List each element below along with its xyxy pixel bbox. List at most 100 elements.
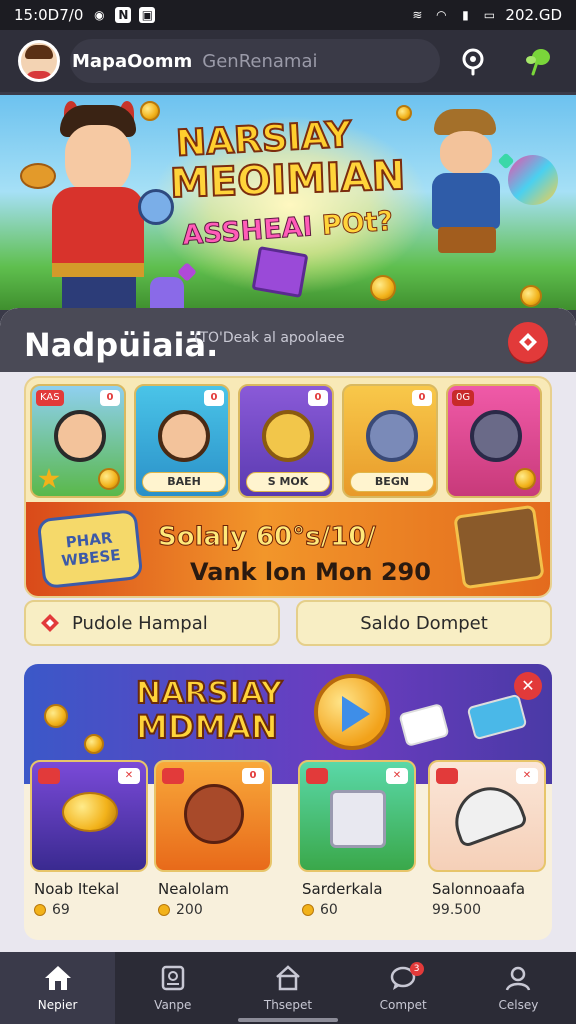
game-card[interactable]: KAS 0 [30,384,126,498]
app-notification-icon: N [115,7,132,23]
coin-icon [370,275,396,301]
game-card[interactable]: 0 BAEH [134,384,230,498]
coin-icon [514,468,536,490]
search-icon [462,48,484,76]
game-card[interactable]: 0 S MOK [238,384,334,498]
play-icon [342,696,370,732]
section-title: Nadpüiaiä. [24,326,219,364]
character-face-icon [158,410,210,462]
battery-icon: ▭ [483,8,496,22]
star-icon [38,468,60,489]
notification-badge: 3 [409,962,424,976]
close-button[interactable]: ✕ [514,672,542,700]
featured-title-line1: NARSIAY [135,675,283,712]
game-card[interactable]: 0 BEGN [342,384,438,498]
diamond-icon [41,614,59,632]
rewards-button[interactable] [520,43,556,79]
game-tag: 0G [452,390,475,406]
game-card[interactable]: 0G [446,384,542,498]
featured-title-line2: MDMAN [135,707,279,747]
nav-label: Celsey [498,998,539,1012]
monster-image: 0 [154,760,272,872]
search-button[interactable] [456,43,492,79]
shop-tile[interactable]: 0 Nealolam 200 [154,760,272,936]
tile-price: 200 [158,902,203,918]
section-action-button[interactable] [508,322,548,362]
diamond-icon [519,333,537,351]
rocket-image: ✕ [428,760,546,872]
shop-tile[interactable]: ✕ Sarderkala 60 [298,760,416,936]
tile-price-value: 60 [320,902,338,918]
character-face-icon [262,410,314,462]
hero-title-line2: MEOIMIAN [168,152,407,208]
game-tag: KAS [36,390,64,406]
status-bar: 15:0D7/0 ◉ N ▣ ≋ ◠ ▮ ▭ 202.GD [0,0,576,30]
character-face-icon [366,410,418,462]
tile-price-value: 200 [176,902,203,918]
nav-label: Vanpe [154,998,192,1012]
nav-item-profile[interactable]: Celsey [461,952,576,1024]
shop-tile[interactable]: ✕ Noab Itekal 69 [30,760,148,936]
monster-face-icon [184,784,244,844]
game-badge: 0 [412,390,432,406]
card-icon [466,693,528,741]
tile-price: 99.500 [432,902,481,918]
document-icon [161,965,185,991]
promo-line2: Vank lon Mon 290 [190,558,431,586]
circle-notification-icon: ◉ [94,8,105,22]
character-face-icon [470,410,522,462]
hero-explorer-character [420,109,520,253]
close-icon: ✕ [521,676,535,695]
game-badge: 0 [204,390,224,406]
coin-icon [62,792,118,832]
home-icon [44,966,71,990]
game-label: S MOK [246,472,330,492]
card-icon [398,702,450,748]
promo-banner[interactable]: PHAR WBESE Solaly 60°s/10/ Vank lon Mon … [26,502,550,596]
wifi-icon: ◠ [436,8,447,22]
nav-item-chat[interactable]: 3 Compet [346,952,461,1024]
coin-icon [158,904,170,916]
left-action-button[interactable]: Pudole Hampal [24,600,280,646]
coin-icon [44,704,68,728]
shop-tile[interactable]: ✕ Salonnoaafa 99.500 [428,760,546,936]
section-subtitle: (TO'Deak al apoolaee [194,330,345,346]
featured-promo: NARSIAY MDMAN ✕ ✕ Noab Itekal 69 0 Nealo… [24,664,552,940]
profile-icon [506,966,531,991]
game-label: BEGN [350,472,434,492]
tile-price-value: 69 [52,902,70,918]
hero-banner[interactable]: NARSIAY MEOIMIAN ASSHEAI POt? [0,95,576,310]
status-time: 15:0D7/0 [14,6,84,24]
leaf-icon [526,49,550,76]
tile-price: 60 [302,902,338,918]
coin-icon [98,468,120,490]
hero-boy-character [20,101,174,310]
left-action-label: Pudole Hampal [72,612,208,634]
coin-icon [396,105,412,121]
wallet-balance-button[interactable]: Saldo Dompet [296,600,552,646]
profile-pill[interactable]: MapaOomm GenRenamai [70,39,440,83]
gesture-bar[interactable] [238,1018,338,1022]
image-notification-icon: ▣ [139,7,156,23]
hero-title-line3-b: POt? [320,205,395,242]
coins-pile-image: ✕ [30,760,148,872]
nav-item-document[interactable]: Vanpe [115,952,230,1024]
coin-icon [84,734,104,754]
tile-price: 69 [34,902,70,918]
coin-icon [34,904,46,916]
cup-image: ✕ [298,760,416,872]
avatar[interactable] [18,40,60,82]
vibrate-icon: ≋ [412,8,423,22]
tile-name: Noab Itekal [34,880,120,898]
nav-item-home[interactable]: Nepier [0,952,116,1024]
house-outline-icon [276,965,300,991]
cup-icon [330,790,386,848]
tile-price-value: 99.500 [432,902,481,918]
coin-icon [302,904,314,916]
nav-item-house[interactable]: Thsepet [230,952,345,1024]
game-badge: 0 [308,390,328,406]
status-right-text: 202.GD [505,6,562,24]
games-panel: KAS 0 0 BAEH 0 S MOK 0 BEGN 0G PHAR WBES… [24,376,552,598]
play-button[interactable] [314,674,390,750]
username: MapaOomm [72,50,193,72]
